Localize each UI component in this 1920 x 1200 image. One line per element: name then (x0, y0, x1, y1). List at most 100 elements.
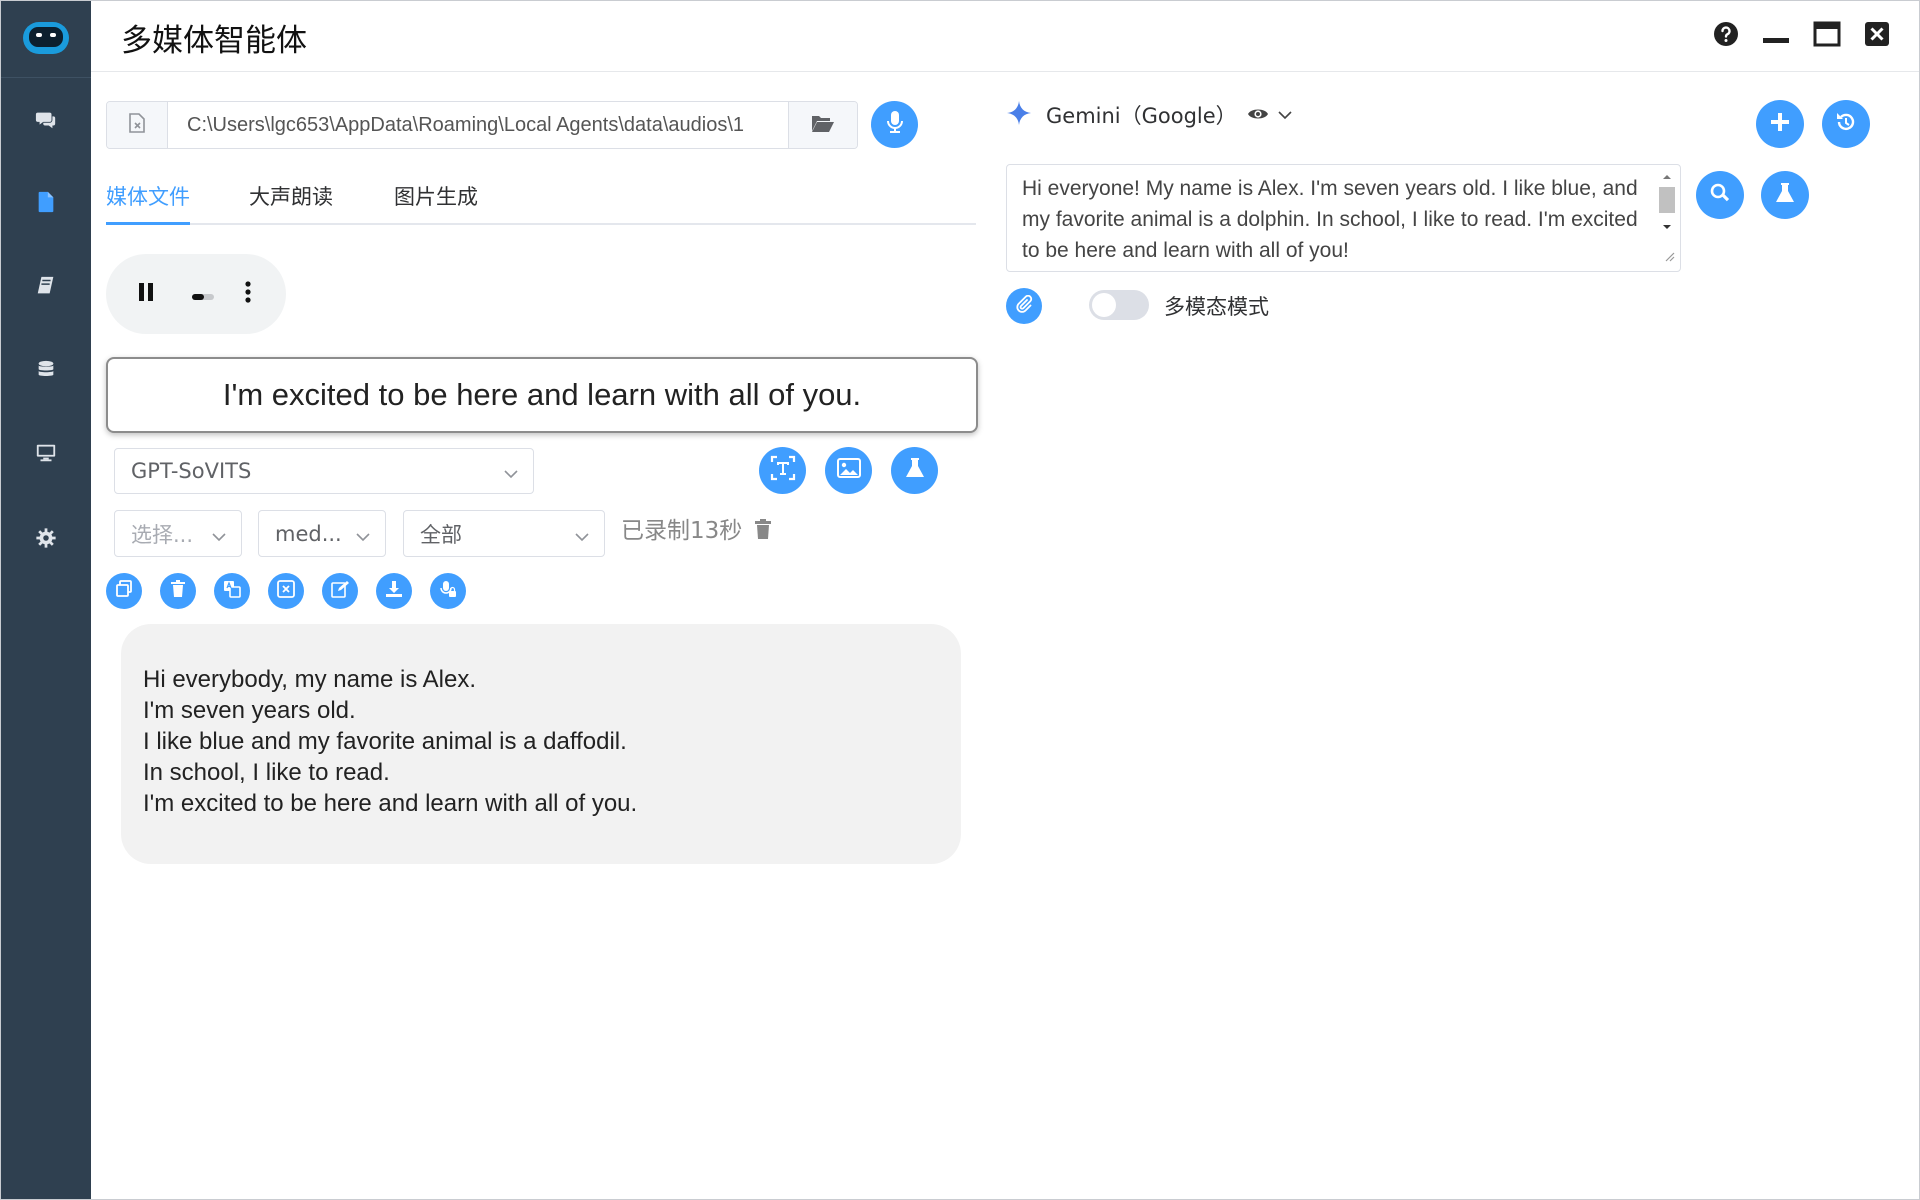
pause-icon (137, 282, 155, 307)
pause-button[interactable] (133, 281, 159, 307)
image-icon (836, 458, 861, 483)
help-icon (1713, 21, 1739, 52)
sidebar-item-settings[interactable] (1, 510, 91, 570)
more-vertical-icon (245, 280, 251, 308)
translate-button[interactable] (214, 573, 250, 609)
sidebar-divider (1, 77, 91, 78)
transcript-panel: Hi everybody, my name is Alex. I'm seven… (121, 624, 961, 864)
chevron-down-icon (1277, 103, 1293, 127)
audio-player (106, 254, 286, 334)
active-tab-indicator (106, 222, 190, 225)
chat-icon (35, 109, 57, 136)
volume-slider-icon (192, 289, 214, 306)
scope-select[interactable]: 全部 (403, 510, 605, 557)
eye-icon (1247, 103, 1269, 127)
download-button[interactable] (376, 573, 412, 609)
sidebar-item-document[interactable] (1, 174, 91, 234)
media-path-field (106, 101, 858, 149)
toggle-knob (1092, 293, 1116, 317)
history-button[interactable] (1822, 100, 1870, 148)
mic-lock-icon (439, 580, 457, 603)
attach-button[interactable] (1006, 288, 1042, 324)
path-input[interactable] (177, 102, 797, 148)
microphone-icon (885, 110, 905, 139)
multimodal-label: 多模态模式 (1164, 295, 1269, 319)
sidebar (1, 1, 91, 1199)
tts-engine-value: GPT-SoVITS (131, 459, 252, 483)
clear-path-button[interactable] (107, 102, 168, 148)
folder-open-icon (811, 113, 835, 138)
media-tabs: 媒体文件 大声朗读 图片生成 (106, 171, 976, 225)
chat-lab-button[interactable] (1761, 171, 1809, 219)
file-clear-icon (126, 112, 148, 139)
close-button[interactable] (1862, 21, 1892, 51)
new-chat-button[interactable] (1756, 100, 1804, 148)
voice-select[interactable]: 选择... (114, 510, 242, 557)
lab-test-button[interactable] (891, 447, 938, 494)
history-icon (1835, 111, 1857, 138)
trash-icon (171, 580, 185, 602)
chevron-down-icon (211, 526, 227, 550)
search-icon (1710, 183, 1730, 208)
image-button[interactable] (825, 447, 872, 494)
transcript-line: Hi everybody, my name is Alex. (143, 666, 477, 693)
chat-input-textarea[interactable]: Hi everyone! My name is Alex. I'm seven … (1006, 164, 1681, 272)
current-subtitle: I'm excited to be here and learn with al… (106, 357, 978, 433)
file-icon (35, 191, 57, 218)
copy-button[interactable] (106, 573, 142, 609)
gear-icon (35, 527, 57, 554)
book-icon (35, 275, 57, 302)
chevron-down-icon (574, 526, 590, 550)
text-recognize-button[interactable] (759, 447, 806, 494)
paperclip-icon (1015, 294, 1033, 318)
text-frame-icon (770, 455, 796, 486)
multimodal-toggle[interactable] (1089, 290, 1149, 320)
record-mic-button[interactable] (871, 101, 918, 148)
llm-model-name: Gemini（Google） (1046, 104, 1237, 128)
delete-recording-icon[interactable] (754, 518, 772, 546)
copy-icon (115, 579, 133, 603)
transcript-line: I'm excited to be here and learn with al… (143, 790, 638, 817)
recorded-duration-text: 已录制13秒 (621, 518, 743, 544)
plus-icon (1770, 112, 1790, 137)
tab-image-generation[interactable]: 图片生成 (394, 181, 478, 211)
minimize-icon (1762, 20, 1790, 53)
minimize-button[interactable] (1761, 21, 1791, 51)
volume-button[interactable] (192, 289, 214, 300)
voice-lock-button[interactable] (430, 573, 466, 609)
browse-folder-button[interactable] (788, 102, 857, 148)
model-size-select[interactable]: med... (258, 510, 386, 557)
delete-button[interactable] (160, 573, 196, 609)
chevron-down-icon (503, 463, 519, 487)
sidebar-item-database[interactable] (1, 342, 91, 402)
transcript-line: In school, I like to read. (143, 759, 390, 786)
edit-button[interactable] (322, 573, 358, 609)
textarea-scrollbar[interactable] (1658, 169, 1676, 263)
monitor-icon (35, 442, 57, 469)
sidebar-item-chat[interactable] (1, 92, 91, 152)
close-square-icon (277, 579, 295, 603)
title-bar: 多媒体智能体 (91, 1, 1919, 72)
flask-icon (905, 457, 925, 484)
gemini-sparkle-icon (1006, 100, 1032, 131)
edit-icon (331, 580, 349, 603)
help-button[interactable] (1711, 21, 1741, 51)
tab-read-aloud[interactable]: 大声朗读 (249, 181, 333, 211)
llm-model-select[interactable]: Gemini（Google） (1006, 97, 1293, 133)
app-title: 多媒体智能体 (121, 23, 307, 59)
tts-engine-select[interactable]: GPT-SoVITS (114, 448, 534, 494)
chevron-down-icon (355, 526, 371, 550)
clear-text-button[interactable] (268, 573, 304, 609)
maximize-icon (1813, 21, 1841, 52)
robot-logo-icon (21, 18, 71, 58)
player-more-button[interactable] (240, 280, 256, 308)
transcript-line: I like blue and my favorite animal is a … (143, 728, 627, 755)
transcript-line: I'm seven years old. (143, 697, 356, 724)
tab-media-files[interactable]: 媒体文件 (106, 181, 190, 211)
chat-input-text: Hi everyone! My name is Alex. I'm seven … (1022, 177, 1638, 262)
download-icon (385, 580, 403, 603)
search-button[interactable] (1696, 171, 1744, 219)
maximize-button[interactable] (1812, 21, 1842, 51)
sidebar-item-book[interactable] (1, 258, 91, 318)
sidebar-item-monitor[interactable] (1, 425, 91, 485)
